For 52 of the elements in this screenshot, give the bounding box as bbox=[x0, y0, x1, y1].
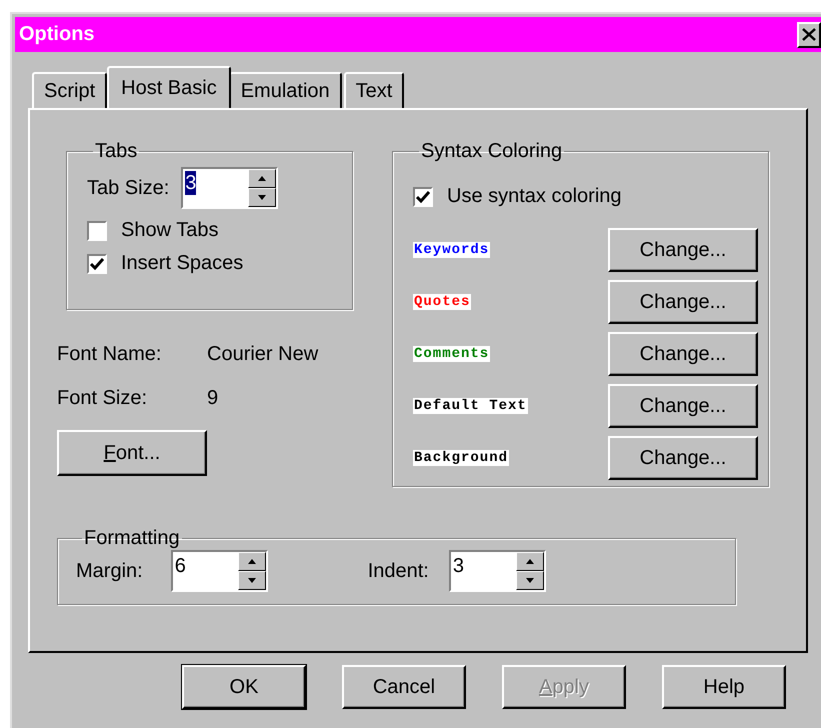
color-sample: Keywords bbox=[413, 242, 490, 258]
change-button[interactable]: Change... bbox=[608, 436, 758, 480]
info-label: Font Size: bbox=[57, 386, 148, 410]
close-icon bbox=[802, 28, 816, 41]
dialog-button[interactable]: OK bbox=[182, 665, 306, 709]
up-arrow-icon bbox=[526, 559, 534, 564]
info-value: 9 bbox=[207, 386, 218, 410]
checkbox-label: Show Tabs bbox=[121, 219, 218, 242]
checkbox-label: Use syntax coloring bbox=[447, 185, 622, 208]
field-label: Margin: bbox=[76, 560, 143, 582]
up-arrow-icon bbox=[248, 559, 256, 564]
change-button[interactable]: Change... bbox=[608, 228, 758, 272]
up-arrow-icon bbox=[258, 176, 266, 181]
close-button[interactable] bbox=[797, 22, 821, 48]
tab[interactable]: Host Basic bbox=[107, 66, 231, 108]
down-arrow-icon bbox=[258, 195, 266, 200]
change-button[interactable]: Change... bbox=[608, 280, 758, 324]
group-title: Formatting bbox=[83, 527, 181, 550]
field-label: Tab Size: bbox=[87, 176, 170, 200]
dialog-button[interactable]: Help bbox=[662, 665, 786, 709]
checkbox[interactable] bbox=[87, 220, 107, 240]
spin-down-button[interactable] bbox=[238, 571, 266, 590]
down-arrow-icon bbox=[526, 578, 534, 583]
group-title: Syntax Coloring bbox=[420, 140, 564, 163]
font-button[interactable]: Font... bbox=[57, 430, 207, 476]
down-arrow-icon bbox=[248, 578, 256, 583]
field-label: Indent: bbox=[368, 560, 429, 582]
group-title: Tabs bbox=[94, 140, 138, 163]
info-label: Font Name: bbox=[57, 342, 162, 366]
tab[interactable]: Emulation bbox=[228, 72, 342, 108]
spin-up-button[interactable] bbox=[248, 169, 276, 188]
spin-down-button[interactable] bbox=[248, 188, 276, 207]
tab[interactable]: Text bbox=[344, 72, 404, 108]
color-sample: Default Text bbox=[413, 398, 528, 414]
window-title: Options bbox=[19, 23, 95, 46]
spin-field[interactable]: 3 bbox=[448, 550, 546, 592]
color-sample: Quotes bbox=[413, 294, 472, 310]
spin-down-button[interactable] bbox=[516, 571, 544, 590]
dialog-button[interactable]: Cancel bbox=[342, 665, 466, 709]
color-sample: Comments bbox=[413, 346, 490, 362]
color-sample: Background bbox=[413, 450, 510, 466]
checkbox[interactable] bbox=[87, 254, 107, 274]
checkbox-label: Insert Spaces bbox=[121, 252, 244, 275]
spin-up-button[interactable] bbox=[516, 552, 544, 571]
change-button[interactable]: Change... bbox=[608, 384, 758, 428]
spin-up-button[interactable] bbox=[238, 552, 266, 571]
spin-field[interactable]: 3 bbox=[181, 167, 278, 209]
spin-field[interactable]: 6 bbox=[170, 550, 268, 592]
tab[interactable]: Script bbox=[32, 72, 108, 108]
change-button[interactable]: Change... bbox=[608, 332, 758, 376]
checkbox[interactable] bbox=[413, 186, 433, 206]
info-value: Courier New bbox=[207, 342, 318, 366]
